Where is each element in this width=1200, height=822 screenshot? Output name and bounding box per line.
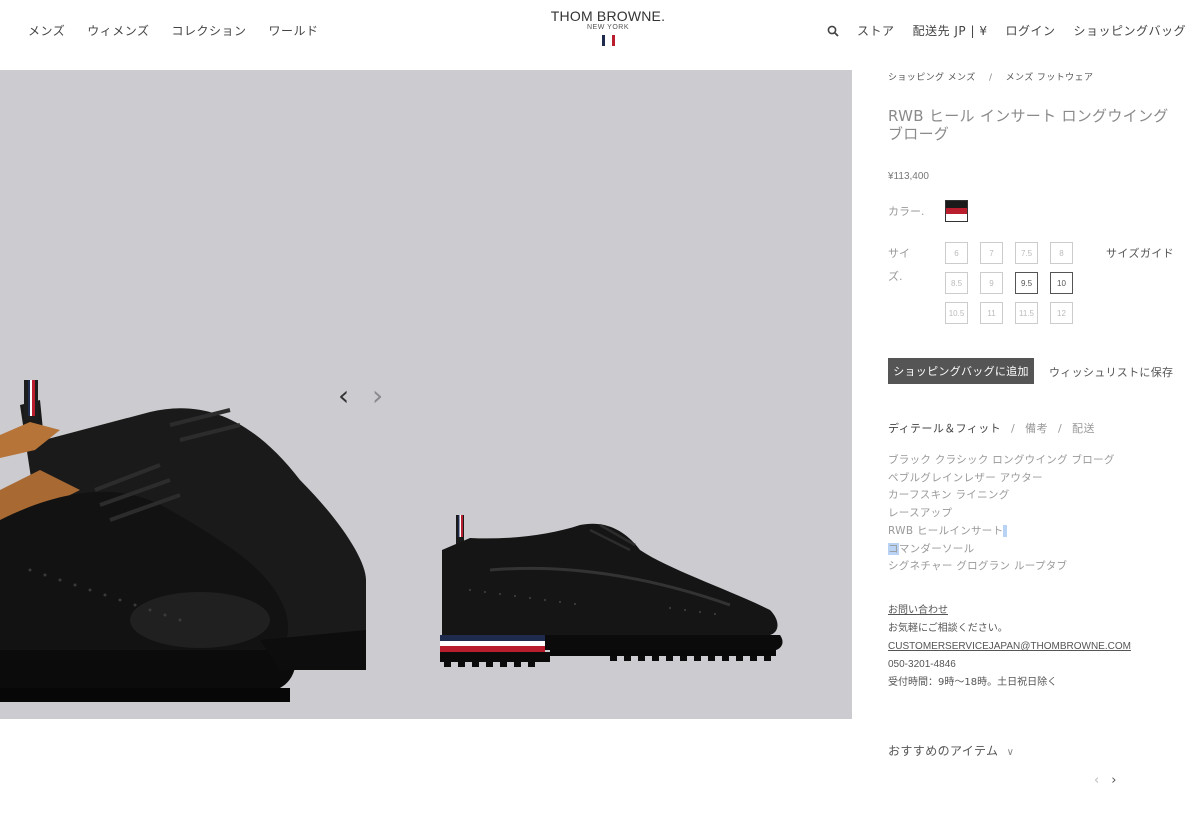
text-selection-highlight: コ (888, 542, 899, 555)
tab-separator: / (1011, 422, 1016, 435)
color-label: カラー. (888, 205, 925, 218)
tricolor-flag-icon (601, 35, 615, 46)
size-option[interactable]: 10.5 (945, 302, 968, 324)
contact-email-link[interactable]: CUSTOMERSERVICEJAPAN@THOMBROWNE.COM (888, 638, 1131, 656)
product-image-gallery[interactable]: ‹ › (0, 70, 852, 719)
breadcrumb-separator: / (988, 73, 993, 83)
nav-world[interactable]: ワールド (269, 22, 319, 39)
product-details-list: ブラック クラシック ロングウイング ブローグ ペブルグレインレザー アウター … (888, 452, 1115, 576)
carousel-prev-icon[interactable]: ‹ (1094, 773, 1099, 788)
brand-logo[interactable]: THOM BROWNE. NEW YORK (548, 8, 668, 50)
detail-item: コマンダーソール (888, 542, 975, 555)
utility-nav: ストア 配送先 JP | ¥ ログイン ショッピングバッグ (827, 22, 1186, 39)
nav-collection[interactable]: コレクション (172, 22, 247, 39)
size-grid: 6 7 7.5 8 8.5 9 9.5 10 10.5 11 11.5 12 (945, 242, 1085, 324)
carousel-next-icon[interactable]: › (1111, 773, 1116, 788)
product-price: ¥113,400 (888, 171, 929, 182)
contact-phone: 050-3201-4846 (888, 659, 956, 670)
detail-item: ブラック クラシック ロングウイング ブローグ (888, 454, 1115, 466)
contact-hours: 受付時間：9時〜18時。土日祝日除く (888, 677, 1058, 688)
shopping-bag-link[interactable]: ショッピングバッグ (1073, 22, 1186, 39)
breadcrumb-mens-footwear[interactable]: メンズ フットウェア (1006, 73, 1094, 83)
nav-womens[interactable]: ウィメンズ (87, 22, 149, 39)
tab-separator: / (1057, 422, 1063, 435)
contact-section: お問い合わせ お気軽にご相談ください。 CUSTOMERSERVICEJAPAN… (888, 602, 1131, 692)
save-to-wishlist-button[interactable]: ウィッシュリストに保存 (1049, 364, 1173, 380)
detail-item: カーフスキン ライニング (888, 489, 1010, 502)
product-info-tabs: ディテール＆フィット / 備考 / 配送 (888, 420, 1095, 436)
product-title: RWB ヒール インサート ロングウイング ブローグ (888, 107, 1169, 143)
logo-subtitle: NEW YORK (587, 24, 629, 31)
size-option[interactable]: 6 (945, 242, 968, 264)
size-option[interactable]: 9 (980, 272, 1003, 294)
product-image-closeup (0, 380, 366, 719)
logo-wordmark: THOM BROWNE. (550, 8, 666, 24)
size-option[interactable]: 9.5 (1015, 272, 1038, 294)
color-selector: カラー. (888, 200, 968, 222)
size-option[interactable]: 7 (980, 242, 1003, 264)
contact-description: お気軽にご相談ください。 (888, 623, 1008, 634)
tab-notes[interactable]: 備考 (1025, 422, 1048, 435)
contact-title-link[interactable]: お問い合わせ (888, 602, 1131, 620)
size-option[interactable]: 8.5 (945, 272, 968, 294)
product-info-panel: ショッピング メンズ / メンズ フットウェア RWB ヒール インサート ロン… (888, 70, 1188, 788)
recommended-items-label: おすすめのアイテム (888, 744, 999, 758)
tab-details-fit[interactable]: ディテール＆フィット (888, 422, 1001, 435)
store-link[interactable]: ストア (857, 22, 895, 39)
chevron-down-icon: ∨ (1006, 747, 1015, 758)
gallery-next-icon[interactable]: › (372, 382, 383, 410)
size-option[interactable]: 11 (980, 302, 1003, 324)
detail-item: レースアップ (888, 507, 953, 520)
text-selection-highlight (1003, 524, 1008, 537)
breadcrumb: ショッピング メンズ / メンズ フットウェア (888, 70, 1188, 83)
nav-mens[interactable]: メンズ (28, 22, 65, 39)
size-guide-link[interactable]: サイズガイド (1106, 245, 1174, 261)
login-link[interactable]: ログイン (1005, 22, 1055, 39)
search-icon[interactable] (827, 25, 839, 37)
add-to-bag-button[interactable]: ショッピングバッグに追加 (888, 358, 1034, 384)
color-swatch[interactable] (944, 200, 968, 222)
detail-item: シグネチャー グログラン ループタブ (888, 560, 1068, 573)
detail-item: ペブルグレインレザー アウター (888, 471, 1043, 484)
size-option[interactable]: 11.5 (1015, 302, 1038, 324)
ship-to-selector[interactable]: 配送先 JP | ¥ (913, 22, 988, 39)
site-header: メンズ ウィメンズ コレクション ワールド THOM BROWNE. NEW Y… (0, 0, 1200, 60)
size-option[interactable]: 7.5 (1015, 242, 1038, 264)
size-option[interactable]: 10 (1050, 272, 1073, 294)
recommended-carousel-nav: ‹ › (1094, 773, 1116, 788)
recommended-items-toggle[interactable]: おすすめのアイテム ∨ (888, 742, 1014, 759)
breadcrumb-shop-mens[interactable]: ショッピング メンズ (888, 73, 976, 83)
tab-shipping[interactable]: 配送 (1072, 422, 1095, 435)
product-image-sideview (440, 515, 783, 667)
size-option[interactable]: 12 (1050, 302, 1073, 324)
detail-item: RWB ヒールインサート (888, 523, 1115, 541)
size-label: サイズ. (888, 247, 910, 283)
main-nav: メンズ ウィメンズ コレクション ワールド (28, 22, 319, 39)
gallery-prev-icon[interactable]: ‹ (338, 382, 349, 410)
size-option[interactable]: 8 (1050, 242, 1073, 264)
